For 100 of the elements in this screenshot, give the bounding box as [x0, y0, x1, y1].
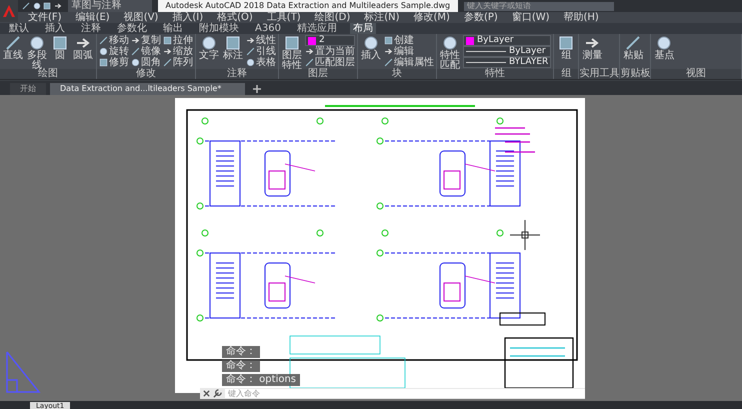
ribbon-tool-button[interactable]: 圆弧 — [72, 35, 94, 61]
square-icon — [384, 36, 393, 45]
ribbon-tool-button[interactable]: 缩放 — [163, 46, 193, 57]
ribbon-tool-button[interactable]: 旋转 — [99, 46, 129, 57]
panel-title[interactable]: 绘图 — [0, 69, 96, 79]
close-icon[interactable] — [203, 390, 210, 397]
menu-item[interactable]: 参数(P) — [464, 12, 498, 23]
menu-item[interactable]: 标注(N) — [364, 12, 400, 23]
property-dropdown[interactable]: BYLAYER — [463, 57, 552, 68]
ribbon-tab[interactable]: 布局 — [350, 23, 376, 34]
menu-item[interactable]: 格式(O) — [217, 12, 253, 23]
square-icon — [163, 36, 172, 45]
circle-icon — [201, 35, 217, 51]
ribbon-tool-button[interactable]: 测量 — [581, 35, 604, 61]
ribbon-tool-button[interactable]: 圆角 — [131, 57, 161, 68]
ribbon-tool-button[interactable]: 编辑 — [384, 46, 434, 57]
panel-title[interactable]: 块 — [358, 69, 436, 79]
menu-item[interactable]: 修改(M) — [414, 12, 450, 23]
menu-item[interactable]: 窗口(W) — [512, 12, 550, 23]
line-sample — [466, 51, 506, 52]
ribbon-tab[interactable]: 注释 — [78, 23, 104, 34]
ribbon-tool-button[interactable]: 修剪 — [99, 57, 129, 68]
circle-icon — [32, 2, 40, 10]
triangle-logo-icon — [2, 4, 16, 18]
ribbon-tab[interactable]: 精选应用 — [294, 23, 340, 34]
ribbon-tool-button[interactable]: 引线 — [246, 46, 276, 57]
ribbon-tool-button[interactable]: 创建 — [384, 35, 434, 46]
ribbon-tool-button[interactable]: 直线 — [2, 35, 24, 61]
square-icon — [225, 35, 241, 51]
arrow-icon — [246, 36, 255, 45]
square-icon — [52, 35, 68, 51]
property-dropdown[interactable]: ByLayer — [463, 46, 552, 57]
panel-title[interactable]: 修改 — [97, 69, 195, 79]
arrow-icon — [305, 47, 314, 56]
dropdown-value: ByLayer — [477, 34, 514, 46]
new-tab-plus-icon[interactable] — [253, 85, 262, 93]
square-icon — [558, 35, 574, 51]
circle-icon — [656, 35, 672, 51]
ribbon-tool-button[interactable]: 阵列 — [163, 57, 193, 68]
line-icon — [305, 58, 314, 67]
property-dropdown[interactable]: 2 — [305, 35, 355, 46]
menu-item[interactable]: 文件(F) — [28, 12, 62, 23]
ribbon-tool-button[interactable]: 匹配图层 — [305, 57, 355, 68]
panel-title[interactable]: 图层 — [279, 69, 357, 79]
ribbon-tool-button[interactable]: 插入 — [360, 35, 382, 61]
ribbon-tool-button[interactable]: 粘贴 — [622, 35, 644, 61]
command-input[interactable]: 键入命令 — [225, 389, 585, 398]
ribbon-tool-button[interactable]: 图层特性 — [281, 35, 303, 71]
ribbon-tool-button[interactable]: 线性 — [246, 35, 276, 46]
panel-title[interactable]: 特性 — [437, 69, 554, 79]
panel-title[interactable]: 实用工具 — [579, 69, 620, 79]
panel-title[interactable]: 组 — [554, 69, 578, 79]
ribbon-tool-button[interactable]: 编辑属性 — [384, 57, 434, 68]
ribbon-tab[interactable]: 参数化 — [114, 23, 150, 34]
ribbon-tool-button[interactable]: 基点 — [653, 35, 676, 61]
ribbon-tab[interactable]: A360 — [252, 23, 284, 34]
menu-item[interactable]: 插入(I) — [172, 12, 204, 23]
line-icon — [131, 47, 140, 56]
circle-icon — [246, 58, 255, 67]
square-icon — [43, 2, 51, 10]
ribbon-tab[interactable]: 输出 — [160, 23, 186, 34]
panel-title[interactable]: 剪贴板 — [620, 69, 650, 79]
ribbon-tool-button[interactable]: 圆 — [50, 35, 70, 61]
ribbon-tool-button[interactable]: 标注 — [222, 35, 244, 61]
property-dropdown[interactable]: ByLayer — [463, 35, 552, 46]
dropdown-value: ByLayer — [509, 44, 546, 58]
ribbon-tool-button[interactable]: 置为当前 — [305, 46, 355, 57]
ribbon-tool-button[interactable]: 移动 — [99, 35, 129, 46]
line-icon — [5, 35, 21, 51]
circle-icon — [442, 35, 458, 51]
circle-icon — [363, 35, 379, 51]
circle-icon — [29, 35, 45, 51]
ribbon-tool-button[interactable]: 复制 — [131, 35, 161, 46]
arrow-icon — [131, 36, 140, 45]
menu-item[interactable]: 编辑(E) — [76, 12, 110, 23]
ribbon-tool-button[interactable]: 文字 — [198, 35, 220, 61]
ribbon-tool-button[interactable]: 特性匹配 — [439, 35, 461, 71]
document-tab[interactable]: Data Extraction and...ltileaders Sample* — [50, 83, 246, 95]
menu-item[interactable]: 绘图(D) — [314, 12, 350, 23]
ribbon-tool-button[interactable]: 镜像 — [131, 46, 161, 57]
menu-item[interactable]: 视图(V) — [124, 12, 158, 23]
document-tab[interactable]: 开始 — [10, 83, 46, 95]
crosshair-cursor — [510, 220, 540, 250]
line-sample — [466, 62, 506, 63]
line-icon — [99, 36, 108, 45]
ribbon-tab[interactable]: 附加模块 — [196, 23, 242, 34]
circle-icon — [131, 58, 140, 67]
ribbon-tab[interactable]: 插入 — [42, 23, 68, 34]
ribbon-tool-button[interactable]: 拉伸 — [163, 35, 193, 46]
ribbon-tool-button[interactable]: 组 — [556, 35, 576, 61]
search-field[interactable]: 键入关键字或短语 — [464, 2, 614, 10]
ribbon-tab[interactable]: 默认 — [6, 23, 32, 34]
menu-item[interactable]: 帮助(H) — [564, 12, 599, 23]
square-icon — [284, 35, 300, 51]
menu-item[interactable]: 工具(T) — [266, 12, 301, 23]
window-title: Autodesk AutoCAD 2018 Data Extraction and Multileaders Sample.dwg — [158, 0, 458, 12]
panel-title[interactable]: 视图 — [651, 69, 741, 79]
ribbon-tool-button[interactable]: 表格 — [246, 57, 276, 68]
panel-title[interactable]: 注释 — [196, 69, 278, 79]
wrench-icon[interactable] — [213, 389, 222, 398]
